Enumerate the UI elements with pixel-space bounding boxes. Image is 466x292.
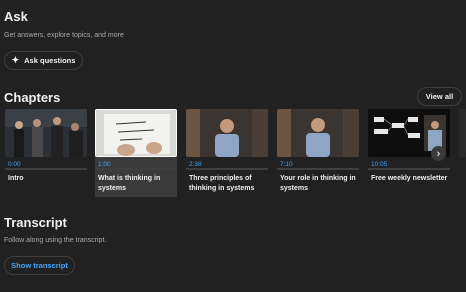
- transcript-subtitle: Follow along using the transcript.: [4, 237, 107, 244]
- chapter-timestamp: 0:00: [8, 161, 21, 168]
- chapter-timestamp: 10:05: [371, 161, 388, 168]
- chapter-card-your-role[interactable]: 7:10 Your role in thinking in systems: [277, 109, 359, 197]
- chapter-thumbnail: [186, 109, 268, 157]
- chapter-thumbnail: [5, 109, 87, 157]
- chapter-timestamp: 2:38: [189, 161, 202, 168]
- transcript-heading: Transcript: [4, 215, 67, 230]
- chapter-progress-bar: [5, 168, 87, 170]
- chapter-thumbnail: [277, 109, 359, 157]
- chevron-right-icon[interactable]: ›: [431, 146, 446, 161]
- chapter-thumbnail: [95, 109, 177, 157]
- ask-questions-label: Ask questions: [24, 56, 76, 65]
- chapter-title: Three principles of thinking in systems: [189, 175, 255, 192]
- chapter-card-partial: [459, 109, 466, 157]
- chapter-card-intro[interactable]: 0:00 Intro: [5, 109, 87, 197]
- chapters-heading: Chapters: [4, 90, 61, 105]
- view-all-button[interactable]: View all: [417, 87, 462, 106]
- sparkle-icon: ✦: [11, 55, 20, 65]
- chapter-timestamp: 1:00: [98, 161, 111, 168]
- show-transcript-button[interactable]: Show transcript: [4, 256, 75, 275]
- chapter-timestamp: 7:10: [280, 161, 293, 168]
- chapter-title: Your role in thinking in systems: [280, 175, 356, 192]
- chapter-card-three-principles[interactable]: 2:38 Three principles of thinking in sys…: [186, 109, 268, 197]
- chapter-progress-bar: [277, 168, 359, 170]
- chapter-progress-bar: [95, 168, 177, 170]
- ask-heading: Ask: [4, 9, 28, 24]
- chapter-progress-bar: [186, 168, 268, 170]
- chapter-title: Intro: [8, 175, 24, 182]
- chapter-title: What is thinking in systems: [98, 175, 161, 192]
- ask-subtitle: Get answers, explore topics, and more: [4, 32, 124, 39]
- chapter-title: Free weekly newsletter: [371, 175, 448, 182]
- ask-questions-button[interactable]: ✦ Ask questions: [4, 51, 83, 70]
- chapter-progress-bar: [368, 168, 450, 170]
- chapter-card-what-is-thinking[interactable]: 1:00 What is thinking in systems: [95, 109, 177, 197]
